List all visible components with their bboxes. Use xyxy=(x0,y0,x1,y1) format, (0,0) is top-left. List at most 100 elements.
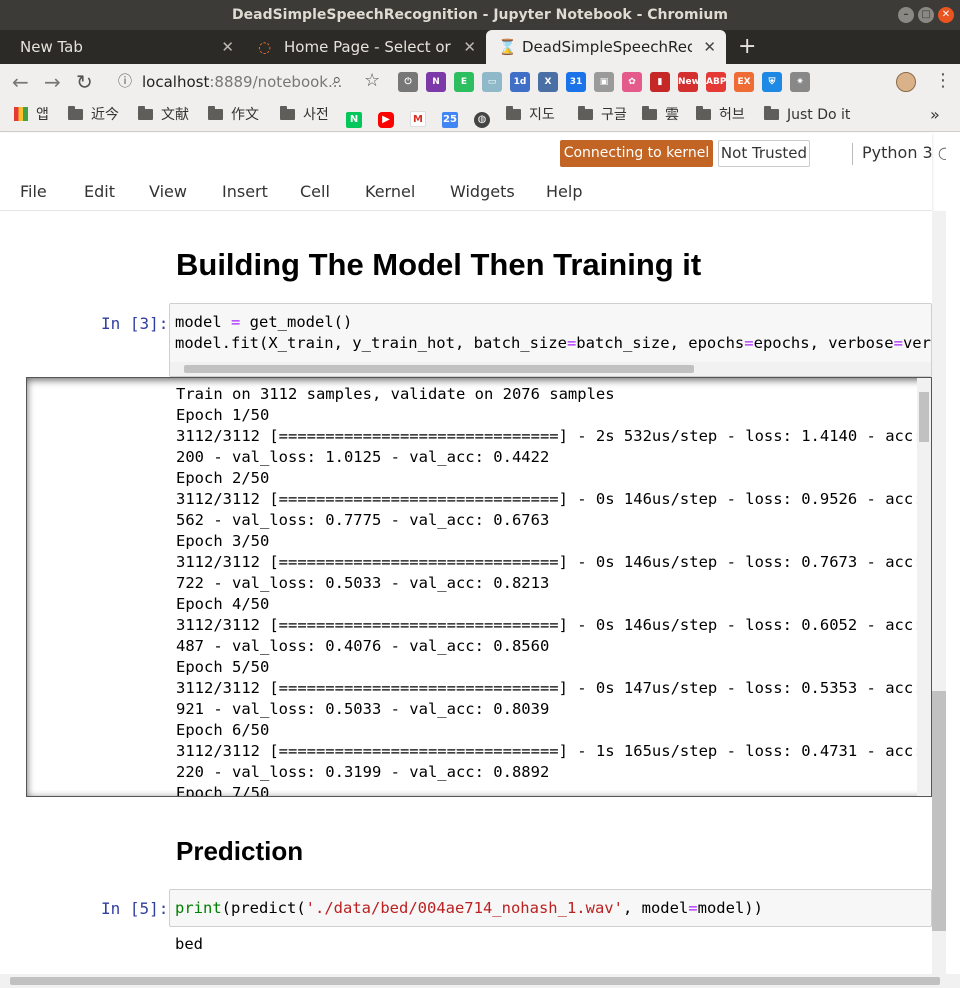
scrolled-output-area[interactable]: Train on 3112 samples, validate on 2076 … xyxy=(26,377,932,797)
bookmark-folder[interactable]: 近今 xyxy=(68,100,119,132)
gear-ext-icon[interactable]: ✷ xyxy=(790,72,810,92)
profile-avatar[interactable] xyxy=(896,72,916,92)
output-line: 3112/3112 [=============================… xyxy=(176,427,932,445)
scrollbar-thumb[interactable] xyxy=(932,691,946,931)
scrollbar-thumb[interactable] xyxy=(919,392,929,442)
folder-icon xyxy=(506,106,521,120)
bookmark-gmail[interactable]: M xyxy=(410,100,426,132)
window-title: DeadSimpleSpeechRecognition - Jupyter No… xyxy=(232,7,728,23)
menu-help[interactable]: Help xyxy=(546,182,582,201)
tab-close-icon[interactable]: ✕ xyxy=(463,30,476,64)
browser-toolbar: ← → ↻ ⓘ localhost:8889/notebook... ⌕ ☆ ⏻… xyxy=(0,64,960,100)
photo-ext-icon[interactable]: ▣ xyxy=(594,72,614,92)
menu-widgets[interactable]: Widgets xyxy=(450,182,515,201)
tab-close-icon[interactable]: ✕ xyxy=(703,30,716,64)
browser-menu-icon[interactable]: ⋮ xyxy=(934,70,952,91)
output-line: Train on 3112 samples, validate on 2076 … xyxy=(176,385,615,403)
output-line: 562 - val_loss: 0.7775 - val_acc: 0.6763 xyxy=(176,511,550,529)
folder-icon xyxy=(642,106,657,120)
tab-home-page[interactable]: ◌ Home Page - Select or create a noteboo… xyxy=(244,30,486,64)
new-tab-button[interactable]: + xyxy=(738,30,756,64)
new-ext-icon[interactable]: New xyxy=(678,72,700,92)
book-ext-icon[interactable]: ▮ xyxy=(650,72,670,92)
bookmark-folder[interactable]: 사전 xyxy=(280,100,329,132)
bookmark-folder[interactable]: 作文 xyxy=(208,100,259,132)
bookmark-apps[interactable]: 앱 xyxy=(14,100,49,132)
code-cell-input[interactable]: print(predict('./data/bed/004ae714_nohas… xyxy=(169,889,932,927)
bookmark-calendar[interactable]: 25 xyxy=(442,100,458,132)
naver-icon: N xyxy=(346,112,362,128)
bookmark-folder[interactable]: 허브 xyxy=(696,100,745,132)
kernel-status-indicator[interactable]: Connecting to kernel xyxy=(560,140,713,167)
bookmark-folder[interactable]: Just Do it xyxy=(764,100,850,132)
tab-label: New Tab xyxy=(20,38,83,56)
notebook-container: Building The Model Then Training it In [… xyxy=(0,211,932,974)
output-line: Epoch 6/50 xyxy=(176,721,270,739)
onenote-ext-icon[interactable]: N xyxy=(426,72,446,92)
bookmark-globe[interactable]: ◍ xyxy=(474,100,490,132)
minimize-icon[interactable]: – xyxy=(898,7,914,23)
bookmark-star-icon[interactable]: ☆ xyxy=(364,70,380,91)
code-horizontal-scrollbar[interactable] xyxy=(170,362,931,376)
zoom-icon[interactable]: ⌕ xyxy=(332,70,342,90)
menu-kernel[interactable]: Kernel xyxy=(365,182,415,201)
window-titlebar: DeadSimpleSpeechRecognition - Jupyter No… xyxy=(0,0,960,30)
menu-file[interactable]: File xyxy=(20,182,47,201)
tab-strip: New Tab ✕ ◌ Home Page - Select or create… xyxy=(0,30,960,64)
cell-output-text: bed xyxy=(175,935,203,953)
calendar-1d-ext-icon[interactable]: 1d xyxy=(510,72,530,92)
tab-close-icon[interactable]: ✕ xyxy=(221,30,234,64)
menu-cell[interactable]: Cell xyxy=(300,182,330,201)
markdown-heading-prediction: Prediction xyxy=(176,836,304,866)
adblock-ext-icon[interactable]: ABP xyxy=(706,72,726,92)
info-icon[interactable]: ⓘ xyxy=(118,68,132,96)
address-bar[interactable]: ⓘ localhost:8889/notebook... xyxy=(110,68,392,96)
bookmark-folder[interactable]: 文献 xyxy=(138,100,189,132)
maximize-icon[interactable]: □ xyxy=(918,7,934,23)
clip-ext-icon[interactable]: ▭ xyxy=(482,72,502,92)
color-ext-icon[interactable]: ✿ xyxy=(622,72,642,92)
tab-new-tab[interactable]: New Tab ✕ xyxy=(0,30,244,64)
menu-insert[interactable]: Insert xyxy=(222,182,268,201)
shield-ext-icon[interactable]: ⛨ xyxy=(762,72,782,92)
forward-arrow-icon[interactable]: → xyxy=(44,70,61,94)
ex-ext-icon[interactable]: EX xyxy=(734,72,754,92)
output-vertical-scrollbar[interactable] xyxy=(917,378,931,796)
menu-view[interactable]: View xyxy=(149,182,187,201)
scrollbar-thumb[interactable] xyxy=(10,977,940,985)
folder-icon xyxy=(208,106,223,120)
page-horizontal-scrollbar[interactable] xyxy=(0,974,960,988)
folder-icon xyxy=(280,106,295,120)
close-window-icon[interactable]: ✕ xyxy=(938,7,954,23)
bookmark-folder[interactable]: 雲 xyxy=(642,100,679,132)
output-line: 921 - val_loss: 0.5033 - val_acc: 0.8039 xyxy=(176,700,550,718)
bookmarks-overflow-icon[interactable]: » xyxy=(930,100,940,132)
output-line: 200 - val_loss: 1.0125 - val_acc: 0.4422 xyxy=(176,448,550,466)
reload-icon[interactable]: ↻ xyxy=(76,70,93,94)
output-line: 220 - val_loss: 0.3199 - val_acc: 0.8892 xyxy=(176,763,550,781)
output-line: 3112/3112 [=============================… xyxy=(176,742,932,760)
evernote-ext-icon[interactable]: E xyxy=(454,72,474,92)
back-arrow-icon[interactable]: ← xyxy=(12,70,29,94)
bookmark-folder[interactable]: 지도 xyxy=(506,100,555,132)
bookmark-youtube[interactable]: ▶ xyxy=(378,100,394,132)
code-editor[interactable]: print(predict('./data/bed/004ae714_nohas… xyxy=(170,890,931,919)
menu-edit[interactable]: Edit xyxy=(84,182,115,201)
bookmark-naver[interactable]: N xyxy=(346,100,362,132)
power-ext-icon[interactable]: ⏻ xyxy=(398,72,418,92)
code-cell-input[interactable]: model = get_model() model.fit(X_train, y… xyxy=(169,303,932,377)
youtube-icon: ▶ xyxy=(378,112,394,128)
trust-button[interactable]: Not Trusted xyxy=(718,140,810,167)
code-editor[interactable]: model = get_model() model.fit(X_train, y… xyxy=(170,304,931,354)
output-line: Epoch 3/50 xyxy=(176,532,270,550)
page-vertical-scrollbar[interactable] xyxy=(932,211,946,974)
gmail-icon: M xyxy=(410,111,426,127)
calendar-icon: 25 xyxy=(442,112,458,128)
output-line: 3112/3112 [=============================… xyxy=(176,679,932,697)
bookmark-folder[interactable]: 구글 xyxy=(578,100,627,132)
scrollbar-thumb[interactable] xyxy=(184,365,694,373)
tab-notebook[interactable]: ⌛ DeadSimpleSpeechRecognition - Jupyter … xyxy=(486,30,726,64)
calendar-31-ext-icon[interactable]: 31 xyxy=(566,72,586,92)
folder-icon xyxy=(138,106,153,120)
excel-ext-icon[interactable]: X xyxy=(538,72,558,92)
